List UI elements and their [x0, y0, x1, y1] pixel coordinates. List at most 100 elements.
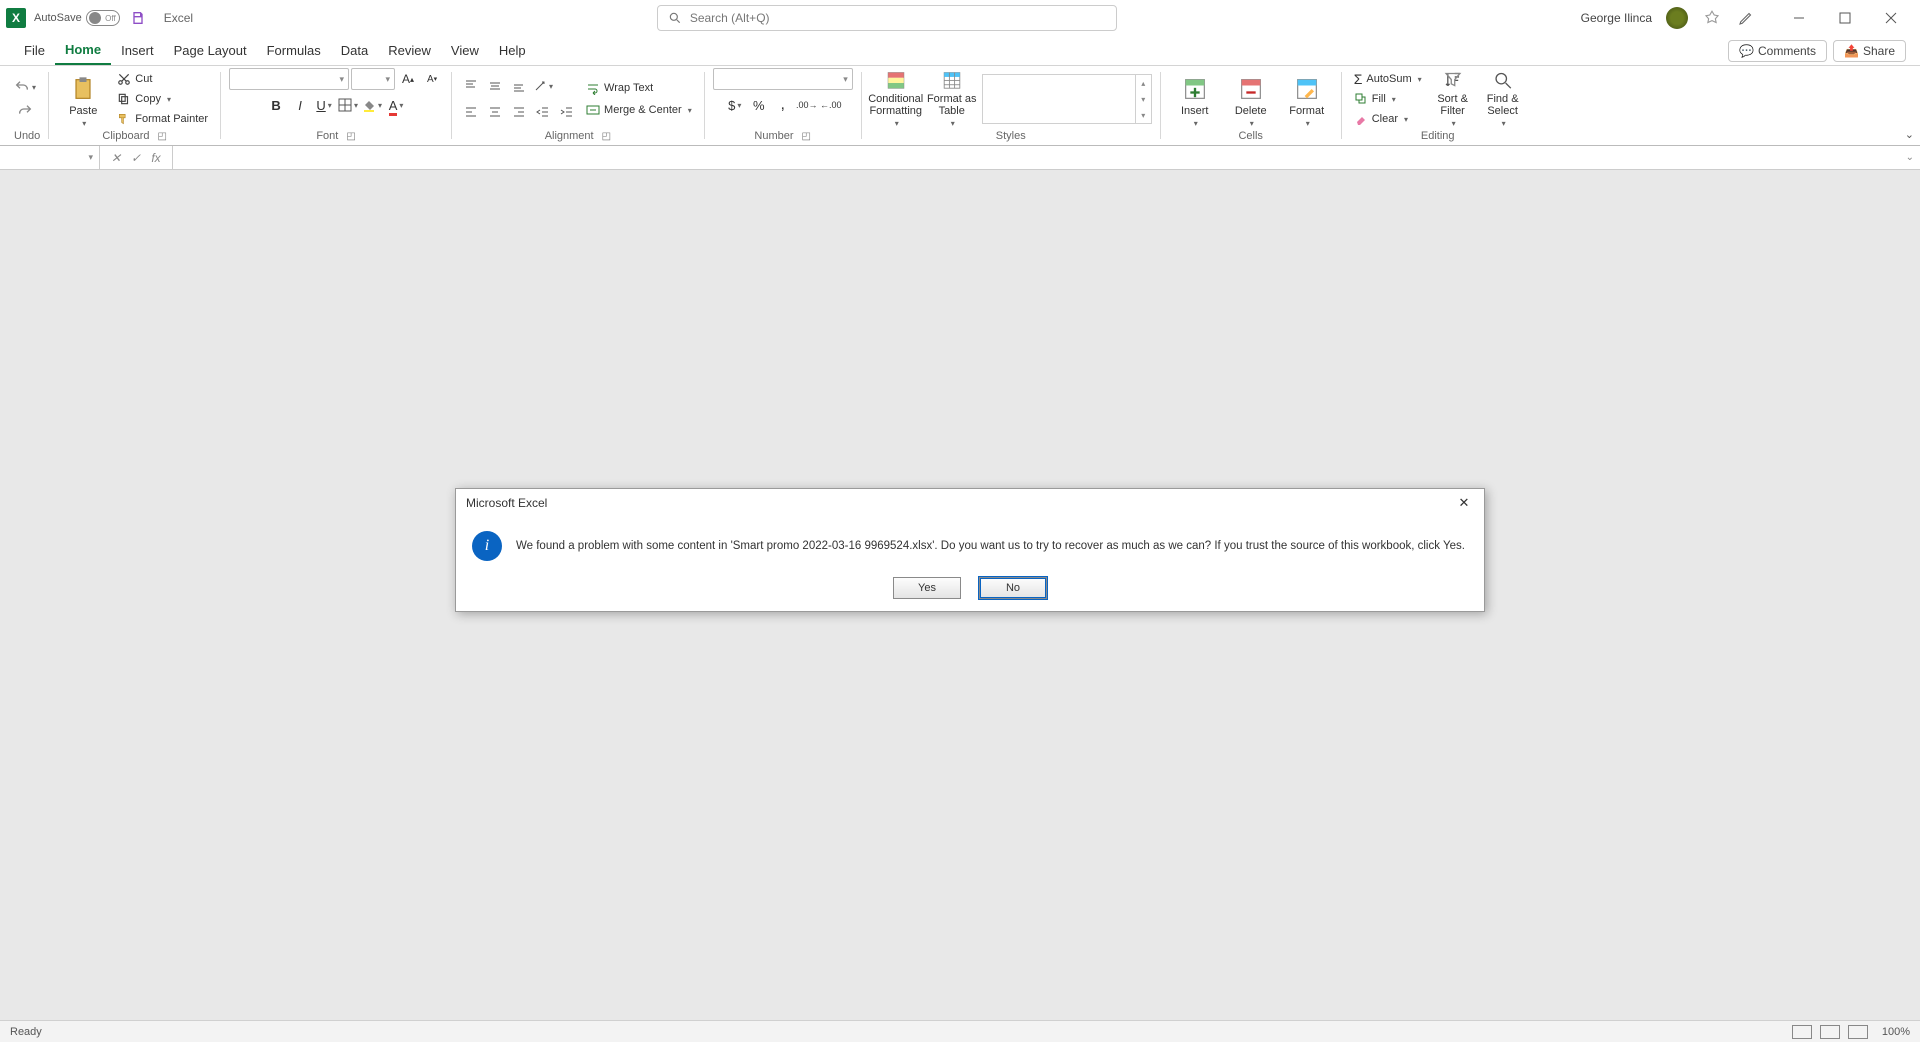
clear-label: Clear — [1372, 113, 1398, 125]
dialog-titlebar: Microsoft Excel ✕ — [456, 489, 1484, 517]
align-left-button[interactable] — [460, 101, 482, 123]
paste-button[interactable]: Paste — [57, 70, 109, 128]
autosum-button[interactable]: ΣAutoSum — [1350, 70, 1426, 88]
gallery-down-button[interactable]: ▾ — [1136, 91, 1151, 107]
cut-button[interactable]: Cut — [113, 70, 212, 88]
tab-file[interactable]: File — [14, 36, 55, 65]
group-editing-label: Editing — [1350, 130, 1526, 145]
save-button[interactable] — [128, 8, 148, 28]
decrease-indent-button[interactable] — [532, 101, 554, 123]
bold-button[interactable]: B — [265, 94, 287, 116]
insert-cells-button[interactable]: Insert — [1169, 70, 1221, 128]
format-table-label: Format as Table — [927, 93, 977, 117]
tab-page-layout[interactable]: Page Layout — [164, 36, 257, 65]
decrease-font-button[interactable]: A▾ — [421, 68, 443, 90]
cut-icon — [117, 72, 131, 86]
mode-icon[interactable] — [1736, 8, 1756, 28]
premium-icon[interactable] — [1702, 8, 1722, 28]
font-family-select[interactable] — [229, 68, 349, 90]
alignment-launcher[interactable]: ◰ — [602, 131, 611, 142]
tab-help[interactable]: Help — [489, 36, 536, 65]
sort-filter-button[interactable]: Sort & Filter — [1430, 70, 1476, 128]
tab-view[interactable]: View — [441, 36, 489, 65]
find-select-button[interactable]: Find & Select — [1480, 70, 1526, 128]
conditional-formatting-icon — [882, 70, 910, 91]
yes-button[interactable]: Yes — [893, 577, 961, 599]
user-avatar[interactable] — [1666, 7, 1688, 29]
formula-input[interactable]: ⌄ — [173, 146, 1920, 169]
dialog-close-button[interactable]: ✕ — [1454, 493, 1474, 513]
search-icon — [668, 11, 682, 25]
increase-font-button[interactable]: A▴ — [397, 68, 419, 90]
tab-review[interactable]: Review — [378, 36, 441, 65]
search-input[interactable]: Search (Alt+Q) — [657, 5, 1117, 31]
align-middle-button[interactable] — [484, 75, 506, 97]
redo-button[interactable] — [14, 100, 36, 122]
no-button[interactable]: No — [979, 577, 1047, 599]
font-size-select[interactable] — [351, 68, 395, 90]
cancel-formula-button[interactable]: ✕ — [108, 151, 124, 165]
zoom-level[interactable]: 100% — [1882, 1026, 1910, 1038]
borders-button[interactable] — [337, 94, 359, 116]
group-font: A▴ A▾ B I U A Font◰ — [221, 66, 451, 145]
conditional-formatting-button[interactable]: Conditional Formatting — [870, 70, 922, 128]
ribbon-tabs: File Home Insert Page Layout Formulas Da… — [0, 36, 1920, 66]
italic-button[interactable]: I — [289, 94, 311, 116]
close-window-button[interactable] — [1868, 4, 1914, 32]
insert-function-button[interactable]: fx — [148, 151, 164, 165]
cell-styles-gallery[interactable]: ▴ ▾ ▾ — [982, 74, 1152, 124]
gallery-more-button[interactable]: ▾ — [1136, 107, 1151, 123]
percent-button[interactable]: % — [748, 94, 770, 116]
align-center-button[interactable] — [484, 101, 506, 123]
tab-formulas[interactable]: Formulas — [257, 36, 331, 65]
underline-button[interactable]: U — [313, 94, 335, 116]
wrap-text-button[interactable]: Wrap Text — [582, 79, 696, 97]
orientation-button[interactable] — [532, 75, 554, 97]
font-color-button[interactable]: A — [385, 94, 407, 116]
fill-color-button[interactable] — [361, 94, 383, 116]
formula-buttons: ✕ ✓ fx — [100, 146, 173, 169]
title-right: George Ilinca — [1581, 4, 1914, 32]
fill-button[interactable]: Fill — [1350, 90, 1426, 108]
number-format-select[interactable] — [713, 68, 853, 90]
clear-button[interactable]: Clear — [1350, 110, 1426, 128]
comments-button[interactable]: 💬Comments — [1728, 40, 1827, 62]
enter-formula-button[interactable]: ✓ — [128, 151, 144, 165]
collapse-ribbon-button[interactable]: ⌄ — [1905, 128, 1914, 141]
accounting-button[interactable]: $ — [724, 94, 746, 116]
page-layout-view-button[interactable] — [1820, 1025, 1840, 1039]
group-cells-label: Cells — [1169, 130, 1333, 145]
name-box[interactable] — [0, 146, 100, 169]
autosave-switch[interactable]: Off — [86, 10, 120, 26]
comma-button[interactable]: , — [772, 94, 794, 116]
align-bottom-button[interactable] — [508, 75, 530, 97]
undo-button[interactable] — [14, 76, 36, 98]
gallery-up-button[interactable]: ▴ — [1136, 75, 1151, 91]
format-cells-button[interactable]: Format — [1281, 70, 1333, 128]
copy-button[interactable]: Copy — [113, 90, 212, 108]
window-controls — [1776, 4, 1914, 32]
minimize-button[interactable] — [1776, 4, 1822, 32]
page-break-view-button[interactable] — [1848, 1025, 1868, 1039]
format-painter-button[interactable]: Format Painter — [113, 110, 212, 128]
maximize-button[interactable] — [1822, 4, 1868, 32]
tab-data[interactable]: Data — [331, 36, 378, 65]
expand-formula-button[interactable]: ⌄ — [1906, 152, 1914, 163]
tab-home[interactable]: Home — [55, 36, 111, 65]
tab-insert[interactable]: Insert — [111, 36, 164, 65]
decrease-decimal-button[interactable]: ←.00 — [820, 94, 842, 116]
font-launcher[interactable]: ◰ — [346, 131, 355, 142]
merge-center-button[interactable]: Merge & Center — [582, 101, 696, 119]
increase-decimal-button[interactable]: .00→ — [796, 94, 818, 116]
normal-view-button[interactable] — [1792, 1025, 1812, 1039]
share-button[interactable]: 📤Share — [1833, 40, 1906, 62]
format-as-table-button[interactable]: Format as Table — [926, 70, 978, 128]
align-right-button[interactable] — [508, 101, 530, 123]
number-launcher[interactable]: ◰ — [802, 131, 811, 142]
autosave-toggle[interactable]: AutoSave Off — [34, 10, 120, 26]
increase-indent-button[interactable] — [556, 101, 578, 123]
align-top-button[interactable] — [460, 75, 482, 97]
cut-label: Cut — [135, 73, 152, 85]
delete-cells-button[interactable]: Delete — [1225, 70, 1277, 128]
clipboard-launcher[interactable]: ◰ — [157, 131, 166, 142]
